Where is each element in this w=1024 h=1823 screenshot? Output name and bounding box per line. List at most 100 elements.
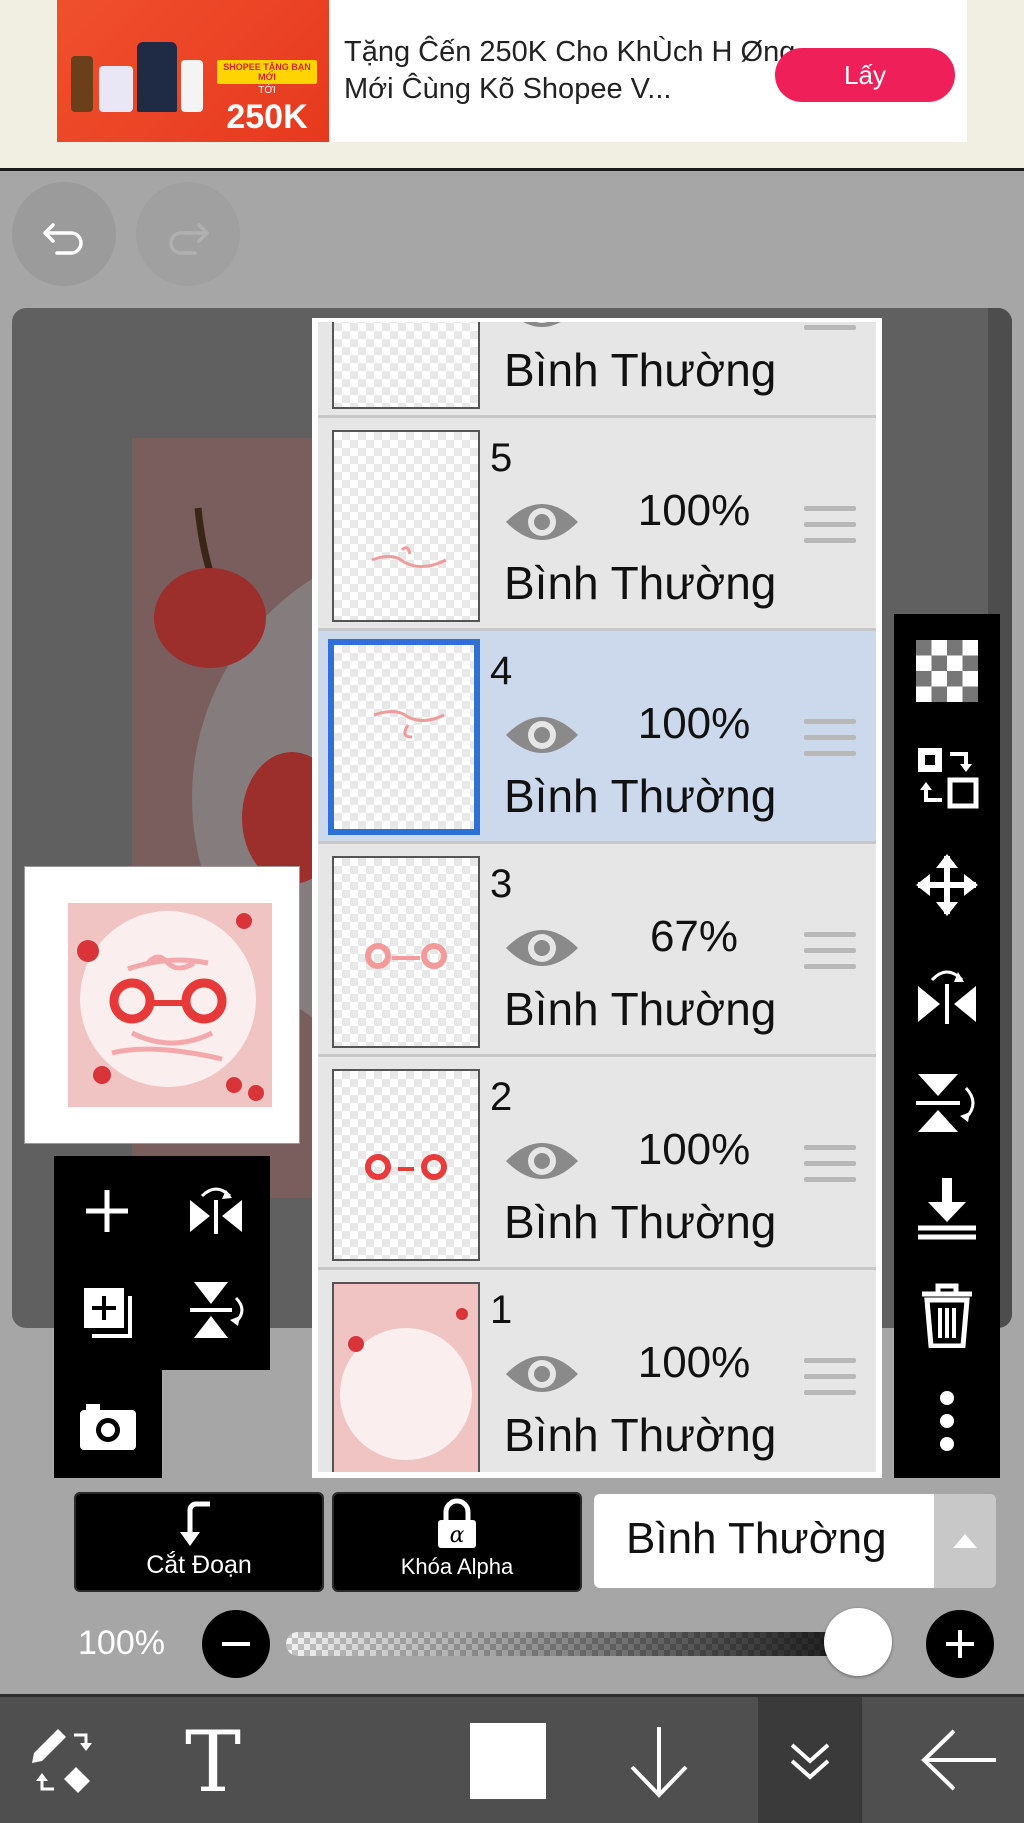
move-icon[interactable] <box>914 852 980 918</box>
ad-content[interactable]: SHOPEE TẶNG BẠN MỚI TỚI 250K Tặng Ĉến 25… <box>57 0 967 142</box>
layer-down-button[interactable] <box>614 1697 704 1823</box>
eye-icon[interactable] <box>502 707 582 768</box>
layer-opacity: 67% <box>649 912 739 961</box>
ad-promo: SHOPEE TẶNG BẠN MỚI TỚI 250K <box>217 18 317 136</box>
alpha-lock-label: Khóa Alpha <box>400 1554 514 1579</box>
eye-icon[interactable] <box>502 322 582 342</box>
back-icon <box>921 1729 996 1791</box>
flip-vertical-icon[interactable] <box>914 1070 980 1136</box>
layer-opacity: 100% <box>637 1338 751 1387</box>
text-tool-button[interactable]: T <box>168 1697 258 1823</box>
layer-opacity: 100% <box>637 699 751 748</box>
redo-button[interactable] <box>136 182 240 286</box>
layer-row[interactable]: 1 100% Bình Thường <box>318 1270 876 1472</box>
color-swatch-button[interactable] <box>460 1697 556 1823</box>
delete-icon[interactable] <box>914 1282 980 1349</box>
svg-text:T: T <box>185 1725 241 1799</box>
undo-button[interactable] <box>12 182 116 286</box>
drag-handle-icon[interactable] <box>804 506 856 548</box>
layer-thumbnail[interactable] <box>332 1069 480 1261</box>
undo-icon <box>43 223 83 255</box>
ad-banner[interactable]: SHOPEE TẶNG BẠN MỚI TỚI 250K Tặng Ĉến 25… <box>0 0 1024 171</box>
drag-handle-icon[interactable] <box>804 1358 856 1400</box>
camera-icon[interactable] <box>78 1400 138 1457</box>
layer-panel[interactable]: 6100%Bình Thường5100%Bình Thường4100%Bìn… <box>312 318 882 1478</box>
ad-image[interactable]: SHOPEE TẶNG BẠN MỚI TỚI 250K <box>57 0 329 142</box>
lock-icon: α <box>438 1498 476 1548</box>
drag-handle-icon[interactable] <box>804 719 856 761</box>
layer-thumbnail[interactable] <box>332 430 480 622</box>
ad-promo-sub: TỚI <box>258 85 276 96</box>
layer-row[interactable]: 2 100% Bình Thường <box>318 1057 876 1270</box>
minus-icon <box>222 1642 250 1646</box>
eye-icon[interactable] <box>502 920 582 981</box>
layer-opacity-value: 100% <box>78 1624 165 1662</box>
ad-text[interactable]: Tặng Ĉến 250K Cho KhÙch H Øng Mới Ĉùng K… <box>344 34 824 108</box>
flip-layer-icon[interactable] <box>186 1182 246 1243</box>
color-swatch-icon <box>470 1723 546 1799</box>
layer-row[interactable]: 5 100% Bình Thường <box>318 418 876 631</box>
layer-opacity: 100% <box>614 322 774 323</box>
opacity-increase-button[interactable] <box>926 1610 994 1678</box>
layer-row[interactable]: 3 67% Bình Thường <box>318 844 876 1057</box>
clipping-icon <box>180 1501 210 1546</box>
opacity-slider-thumb[interactable] <box>824 1608 892 1676</box>
collapse-icon <box>790 1743 830 1780</box>
down-arrow-icon <box>630 1727 688 1798</box>
layer-thumbnail[interactable] <box>332 322 480 409</box>
layer-number: 4 <box>490 649 513 693</box>
eye-icon[interactable] <box>502 1133 582 1194</box>
clipping-button[interactable]: Cắt Đoạn <box>74 1492 324 1592</box>
drag-handle-icon[interactable] <box>804 932 856 974</box>
right-toolbar <box>894 614 1000 1478</box>
svg-text:α: α <box>450 1523 465 1548</box>
layer-row[interactable]: 4 100% Bình Thường <box>318 631 876 844</box>
duplicate-layer-icon[interactable] <box>80 1284 136 1345</box>
brush-eraser-icon <box>32 1729 92 1793</box>
eye-icon[interactable] <box>502 494 582 555</box>
layer-thumbnail[interactable] <box>332 1282 480 1472</box>
blend-mode-dropdown-button[interactable] <box>934 1494 996 1588</box>
layer-thumbnail[interactable] <box>328 639 480 835</box>
ad-promo-tag: SHOPEE TẶNG BẠN MỚI <box>217 60 317 84</box>
drag-handle-icon[interactable] <box>804 1145 856 1187</box>
layer-thumbnail[interactable] <box>332 856 480 1048</box>
ad-cta-button[interactable]: Lấy <box>775 48 955 102</box>
layer-blend-mode: Bình Thường <box>504 983 777 1035</box>
eye-icon[interactable] <box>502 1346 582 1407</box>
brush-eraser-button[interactable] <box>20 1697 110 1823</box>
layer-blend-mode: Bình Thường <box>504 557 777 609</box>
collapse-panel-button[interactable] <box>758 1697 862 1823</box>
layer-blend-mode: Bình Thường <box>504 1409 777 1461</box>
blend-mode-value: Bình Thường <box>626 1514 887 1563</box>
layer-opacity-row: 100% <box>0 1604 1024 1684</box>
layer-list[interactable]: 6100%Bình Thường5100%Bình Thường4100%Bìn… <box>318 322 876 1472</box>
clipping-label: Cắt Đoạn <box>146 1551 252 1579</box>
alpha-lock-button[interactable]: α Khóa Alpha <box>332 1492 582 1592</box>
redo-icon <box>169 223 209 255</box>
blend-mode-select[interactable]: Bình Thường <box>594 1494 996 1588</box>
chevron-up-icon <box>953 1534 977 1548</box>
layer-number: 1 <box>490 1288 513 1332</box>
layer-blend-mode: Bình Thường <box>504 344 777 396</box>
drag-handle-icon[interactable] <box>804 322 856 335</box>
layer-row[interactable]: 6100%Bình Thường <box>318 322 876 418</box>
flip-horizontal-icon[interactable] <box>914 962 980 1028</box>
merge-down-icon[interactable] <box>914 1174 980 1240</box>
layer-opacity: 100% <box>637 486 751 535</box>
opacity-slider-track[interactable] <box>286 1632 886 1656</box>
rotate-layer-icon[interactable] <box>188 1278 248 1347</box>
opacity-decrease-button[interactable] <box>202 1610 270 1678</box>
layer-blend-mode: Bình Thường <box>504 1196 777 1248</box>
swap-layer-icon[interactable] <box>914 744 980 810</box>
more-icon[interactable] <box>914 1388 980 1454</box>
text-icon: T <box>185 1725 241 1799</box>
transparency-icon[interactable] <box>914 638 980 704</box>
layer-opacity: 100% <box>637 1125 751 1174</box>
canvas-preview[interactable] <box>24 866 300 1144</box>
layer-number: 2 <box>490 1075 513 1119</box>
back-button[interactable] <box>910 1697 1010 1823</box>
ad-promo-amount: 250K <box>226 98 308 136</box>
add-layer-icon[interactable] <box>82 1186 132 1241</box>
layer-tools-panel <box>54 1156 270 1478</box>
